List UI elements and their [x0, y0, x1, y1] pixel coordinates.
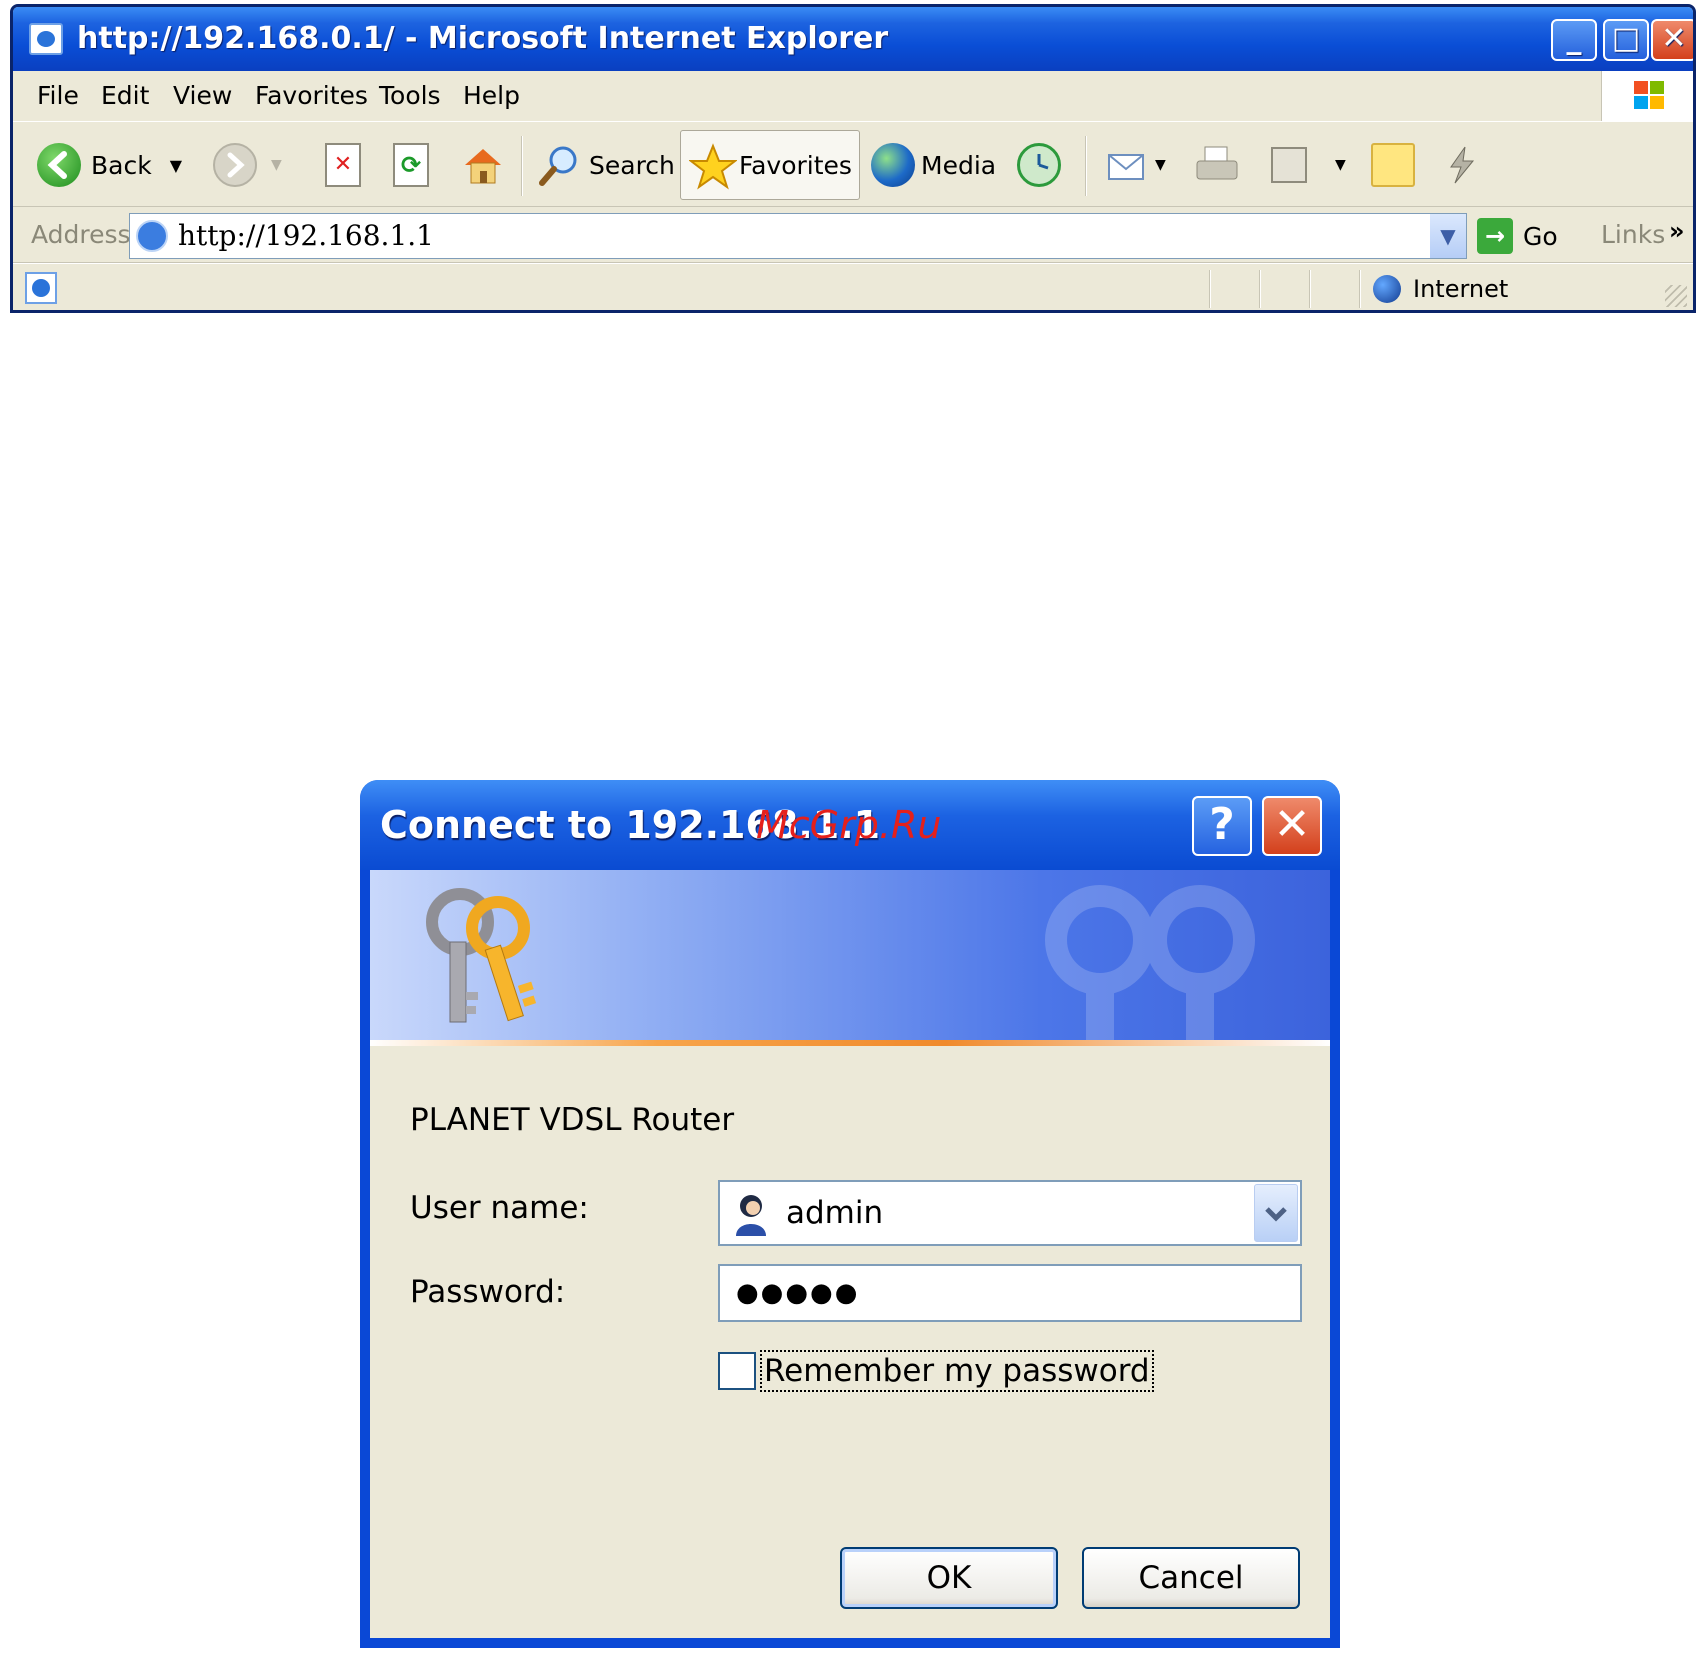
mail-dropdown-icon[interactable]: ▼ [1155, 157, 1166, 173]
home-icon [461, 143, 505, 187]
password-label: Password: [410, 1274, 566, 1310]
close-window-button[interactable]: ✕ [1651, 19, 1693, 61]
edit-page-icon [1271, 147, 1307, 183]
windows-flag-icon [1601, 71, 1693, 121]
messenger-icon [1439, 143, 1483, 187]
back-label: Back [91, 150, 152, 180]
remember-password-label[interactable]: Remember my password [760, 1350, 1154, 1392]
ie-page-icon [29, 23, 63, 55]
toolbar-separator [1085, 136, 1087, 196]
close-dialog-button[interactable]: ✕ [1262, 796, 1322, 856]
refresh-button[interactable]: ⟳ [393, 122, 429, 208]
stop-icon: ✕ [325, 143, 361, 187]
go-button[interactable]: → Go [1477, 215, 1558, 257]
menu-favorites[interactable]: Favorites [255, 71, 368, 121]
standard-toolbar: Back ▼ ▼ ✕ ⟳ Search Favorites Media ▼ ▼ [13, 121, 1693, 207]
username-value[interactable]: admin [786, 1182, 883, 1244]
favorites-button[interactable]: Favorites [688, 122, 852, 208]
keys-watermark-icon [1045, 885, 1255, 1040]
mail-button[interactable]: ▼ [1105, 122, 1166, 208]
forward-button[interactable]: ▼ [213, 122, 282, 208]
star-icon [688, 143, 738, 190]
cancel-button[interactable]: Cancel [1082, 1547, 1300, 1609]
go-arrow-icon: → [1477, 218, 1513, 254]
print-button[interactable] [1193, 122, 1238, 208]
messenger-button[interactable] [1439, 122, 1483, 208]
menu-tools[interactable]: Tools [379, 71, 441, 121]
home-button[interactable] [461, 122, 505, 208]
login-dialog: Connect to 192.168.1.1 McGrp.Ru ? ✕ PLAN… [360, 780, 1340, 1648]
minimize-button[interactable]: _ [1551, 19, 1597, 61]
help-button[interactable]: ? [1192, 796, 1252, 856]
ie-title-bar: http://192.168.0.1/ - Microsoft Internet… [13, 7, 1693, 71]
menu-file[interactable]: File [37, 71, 79, 121]
maximize-button[interactable]: □ [1603, 19, 1649, 61]
forward-arrow-icon [213, 143, 257, 187]
dialog-body: PLANET VDSL Router User name: admin Pass… [370, 870, 1330, 1638]
search-label: Search [589, 150, 675, 180]
ie-window: http://192.168.0.1/ - Microsoft Internet… [10, 4, 1696, 313]
go-label: Go [1523, 221, 1558, 251]
username-label: User name: [410, 1190, 589, 1226]
resize-grip-icon[interactable] [1665, 285, 1687, 307]
menu-help[interactable]: Help [463, 71, 520, 121]
address-dropdown-icon[interactable]: ▼ [1430, 214, 1466, 258]
status-bar: Internet [13, 263, 1693, 310]
page-icon [136, 220, 168, 252]
banner-divider [370, 1040, 1330, 1046]
history-button[interactable] [1017, 122, 1061, 208]
remember-password-row[interactable]: Remember my password [718, 1348, 1154, 1394]
security-zone: Internet [1373, 264, 1509, 310]
menu-bar: File Edit View Favorites Tools Help [13, 71, 1693, 121]
internet-globe-icon [1373, 275, 1401, 303]
realm-text: PLANET VDSL Router [410, 1102, 735, 1138]
discuss-button[interactable] [1371, 122, 1415, 208]
dialog-banner [370, 870, 1330, 1040]
print-icon [1193, 143, 1238, 187]
zone-label: Internet [1413, 275, 1509, 303]
ie-window-title: http://192.168.0.1/ - Microsoft Internet… [77, 21, 889, 56]
address-label: Address [31, 220, 131, 249]
dialog-title-bar: Connect to 192.168.1.1 McGrp.Ru ? ✕ [360, 780, 1340, 870]
password-value[interactable]: ●●●●● [736, 1266, 859, 1320]
address-bar: Address http://192.168.1.1 ▼ → Go Links … [13, 207, 1693, 263]
edit-dropdown-icon[interactable]: ▼ [1335, 157, 1346, 173]
refresh-icon: ⟳ [393, 143, 429, 187]
favorites-label: Favorites [739, 150, 852, 180]
media-button[interactable]: Media [871, 122, 996, 208]
edit-button[interactable]: ▼ [1271, 122, 1346, 208]
note-icon [1371, 143, 1415, 187]
username-field[interactable]: admin [718, 1180, 1302, 1246]
chevron-right-icon[interactable]: » [1669, 207, 1685, 255]
remember-password-checkbox[interactable] [718, 1352, 756, 1390]
chevron-down-icon[interactable] [1254, 1184, 1298, 1242]
mail-icon [1105, 143, 1149, 187]
media-label: Media [921, 150, 997, 180]
page-status-icon [25, 272, 57, 304]
links-toolbar[interactable]: Links [1601, 207, 1665, 263]
menu-edit[interactable]: Edit [101, 71, 149, 121]
search-icon [537, 143, 581, 187]
password-field[interactable]: ●●●●● [718, 1264, 1302, 1322]
media-globe-icon [871, 143, 915, 187]
toolbar-separator [521, 136, 523, 196]
forward-dropdown-icon: ▼ [271, 157, 282, 173]
search-button[interactable]: Search [537, 122, 675, 208]
menu-view[interactable]: View [173, 71, 232, 121]
ok-button[interactable]: OK [840, 1547, 1058, 1609]
watermark: McGrp.Ru [756, 803, 942, 847]
stop-button[interactable]: ✕ [325, 122, 361, 208]
history-icon [1017, 143, 1061, 187]
back-button[interactable]: Back ▼ [37, 122, 182, 208]
keys-icon [426, 888, 537, 1023]
user-icon [736, 1195, 766, 1236]
address-url[interactable]: http://192.168.1.1 [178, 214, 434, 258]
back-dropdown-icon[interactable]: ▼ [170, 156, 182, 175]
back-arrow-icon [37, 143, 81, 187]
address-input[interactable]: http://192.168.1.1 ▼ [129, 213, 1467, 259]
